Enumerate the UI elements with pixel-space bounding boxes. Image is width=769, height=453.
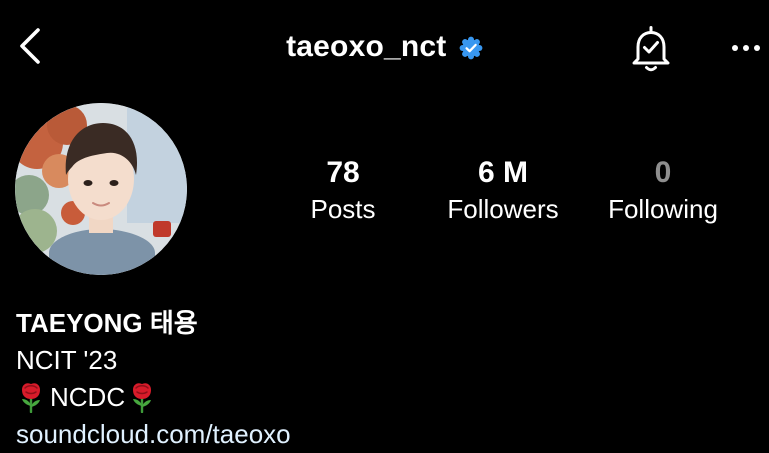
profile-header: taeoxo_nct	[0, 0, 769, 96]
posts-count: 78	[326, 156, 360, 189]
profile-photo	[15, 103, 187, 275]
avatar[interactable]	[15, 103, 187, 275]
bio-line-1: NCIT '23	[16, 345, 118, 375]
profile-name: TAEYONG 태용	[16, 308, 198, 338]
rose-emoji	[133, 383, 152, 414]
bio-line-2-text: NCDC	[50, 382, 126, 412]
notification-button[interactable]	[628, 24, 674, 74]
posts-stat: 78 Posts	[283, 155, 403, 227]
verified-badge-icon	[459, 36, 483, 60]
bell-check-icon	[632, 26, 670, 72]
profile-bio: TAEYONG 태용 NCIT '23 NCDC soundcloud.com/…	[16, 305, 291, 453]
posts-label: Posts	[310, 194, 376, 224]
profile-username: taeoxo_nct	[286, 30, 447, 63]
following-count: 0	[654, 156, 672, 189]
followers-stat[interactable]: 6 M Followers	[433, 155, 573, 227]
followers-count: 6 M	[477, 156, 528, 189]
more-horizontal-icon	[732, 45, 760, 51]
following-label: Following	[608, 194, 718, 224]
following-stat[interactable]: 0 Following	[592, 155, 734, 227]
bio-line-2: NCDC	[16, 379, 291, 416]
rose-emoji	[22, 383, 40, 414]
bio-link[interactable]: soundcloud.com/taeoxo	[16, 416, 291, 453]
more-options-button[interactable]	[726, 36, 766, 60]
followers-label: Followers	[447, 194, 559, 224]
